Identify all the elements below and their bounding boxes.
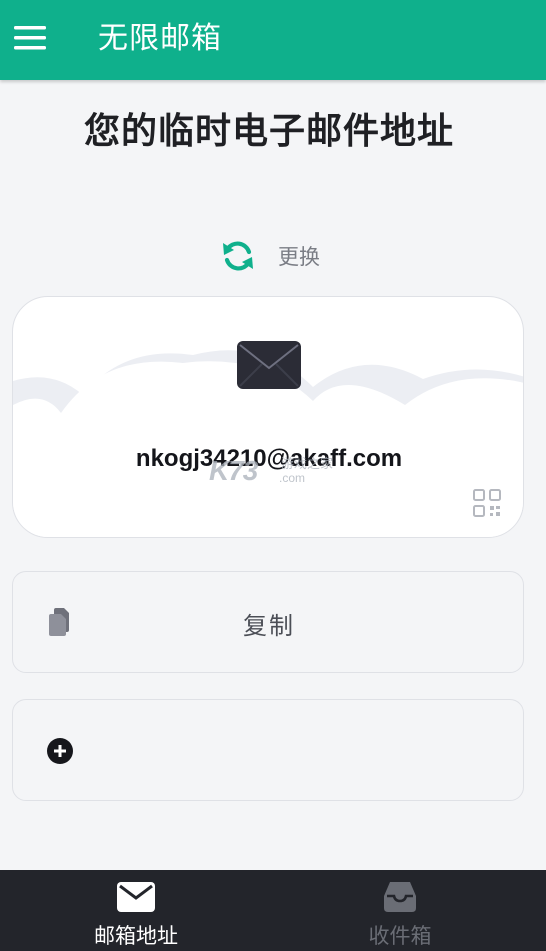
watermark-logo: K73 [209, 455, 258, 486]
add-button[interactable] [12, 699, 524, 801]
page-heading: 您的临时电子邮件地址 [83, 111, 454, 152]
nav-label-email-address: 邮箱地址 [94, 924, 178, 948]
inbox-icon [384, 882, 416, 912]
envelope-icon [237, 341, 301, 389]
app-title: 无限邮箱 [98, 21, 222, 56]
qr-code-icon [473, 489, 501, 517]
envelope-icon [117, 882, 155, 912]
app-bar: 无限邮箱 [0, 0, 546, 80]
email-address[interactable]: nkogj34210@akaff.com [13, 445, 523, 473]
menu-icon [14, 26, 46, 50]
watermark: K73 游戏之家 .com [209, 455, 333, 487]
refresh-icon [223, 241, 253, 271]
qr-code-button[interactable] [473, 489, 501, 521]
copy-label: 复制 [243, 612, 295, 640]
menu-button[interactable] [10, 18, 50, 58]
nav-label-inbox: 收件箱 [368, 924, 432, 948]
add-circle-icon [47, 738, 73, 764]
refresh-label: 更换 [278, 245, 320, 269]
watermark-domain: .com [279, 471, 306, 485]
nav-item-email-address[interactable]: 邮箱地址 [36, 870, 236, 951]
watermark-text: 游戏之家 [281, 456, 334, 471]
cloud-background [13, 350, 523, 537]
email-card: nkogj34210@akaff.com K73 游戏之家 .com [12, 296, 524, 538]
copy-button[interactable]: 复制 [12, 571, 524, 673]
refresh-button[interactable]: 更换 [220, 234, 320, 278]
bottom-navigation: 邮箱地址 收件箱 [0, 870, 546, 951]
nav-item-inbox[interactable]: 收件箱 [300, 870, 500, 951]
